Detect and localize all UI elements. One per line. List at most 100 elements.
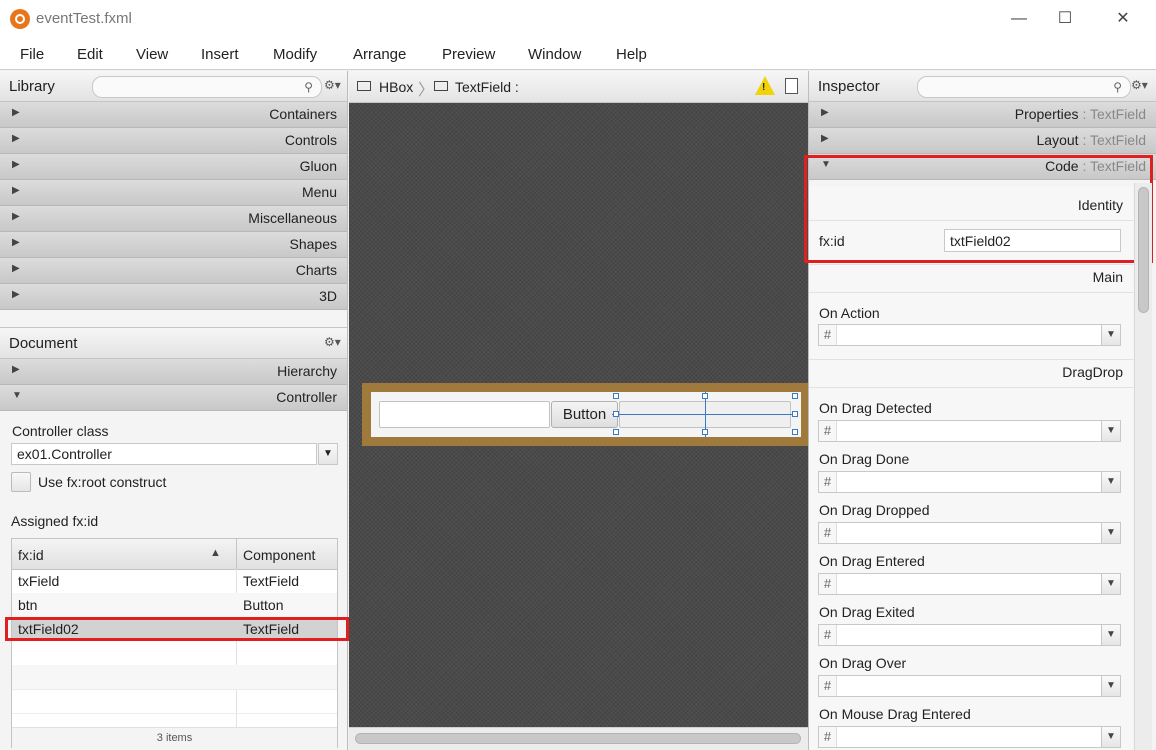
scrollbar-thumb[interactable]: [1138, 187, 1149, 313]
hash-icon: #: [819, 574, 837, 594]
column-header-component[interactable]: Component: [243, 547, 315, 563]
on-drag-entered-field[interactable]: #: [818, 573, 1102, 595]
on-drag-exited-dropdown[interactable]: ▼: [1101, 624, 1121, 646]
inspector-search-input[interactable]: ⚲: [917, 76, 1131, 98]
on-drag-detected-field[interactable]: #: [818, 420, 1102, 442]
search-icon: ⚲: [304, 80, 313, 94]
table-row[interactable]: txField TextField: [12, 569, 337, 594]
hash-icon: #: [819, 421, 837, 441]
resize-handle[interactable]: [792, 411, 798, 417]
gear-icon[interactable]: ⚙▾: [324, 78, 341, 92]
menu-help[interactable]: Help: [616, 46, 647, 63]
menu-view[interactable]: View: [136, 46, 168, 63]
inspector-section-layout[interactable]: ▶ Layout : TextField: [809, 128, 1156, 154]
title-bar: eventTest.fxml — ☐ ✕: [0, 0, 1156, 38]
on-drag-over-dropdown[interactable]: ▼: [1101, 675, 1121, 697]
table-row-selected[interactable]: txtField02 TextField: [12, 617, 337, 641]
fxid-field[interactable]: txtField02: [944, 229, 1121, 252]
root-construct-checkbox[interactable]: [11, 472, 31, 492]
on-drag-dropped-field[interactable]: #: [818, 522, 1102, 544]
library-section-charts[interactable]: ▶ Charts: [0, 258, 347, 284]
chevron-down-icon: ▼: [1106, 329, 1116, 340]
document-section-hierarchy[interactable]: ▶ Hierarchy: [0, 359, 347, 385]
resize-handle[interactable]: [702, 393, 708, 399]
column-header-fxid[interactable]: fx:id: [18, 547, 44, 563]
warning-mark: !: [762, 82, 766, 93]
library-section-3d[interactable]: ▶ 3D: [0, 284, 347, 310]
section-sub: TextField: [1089, 158, 1146, 174]
expand-arrow-icon: ▶: [12, 289, 20, 300]
controller-dropdown-button[interactable]: ▼: [318, 443, 338, 465]
chevron-down-icon: ▼: [1106, 731, 1116, 742]
document-section-controller[interactable]: ▼ Controller: [0, 385, 347, 411]
menu-insert[interactable]: Insert: [201, 46, 239, 63]
chevron-down-icon: ▼: [1106, 680, 1116, 691]
resize-handle[interactable]: [792, 429, 798, 435]
resize-handle[interactable]: [613, 411, 619, 417]
resize-handle[interactable]: [702, 429, 708, 435]
chevron-down-icon: ▼: [1106, 476, 1116, 487]
table-row-empty: [12, 665, 337, 690]
on-drag-over-field[interactable]: #: [818, 675, 1102, 697]
resize-handle[interactable]: [792, 393, 798, 399]
divider: [809, 264, 1133, 265]
table-row-empty: [12, 689, 337, 714]
maximize-button[interactable]: ☐: [1042, 6, 1088, 32]
library-search-input[interactable]: ⚲: [92, 76, 322, 98]
menu-arrange[interactable]: Arrange: [353, 46, 406, 63]
canvas-button[interactable]: Button: [551, 401, 618, 428]
on-drag-detected-dropdown[interactable]: ▼: [1101, 420, 1121, 442]
breadcrumb-textfield[interactable]: TextField :: [455, 79, 519, 95]
gear-icon[interactable]: ⚙▾: [1131, 78, 1148, 92]
library-section-controls[interactable]: ▶ Controls: [0, 128, 347, 154]
table-row[interactable]: btn Button: [12, 593, 337, 618]
inspector-title: Inspector: [818, 78, 880, 95]
main-header: Main: [1092, 269, 1123, 285]
panel-divider[interactable]: [0, 310, 347, 328]
canvas-textfield-1[interactable]: [379, 401, 550, 428]
on-drag-done-dropdown[interactable]: ▼: [1101, 471, 1121, 493]
on-drag-done-field[interactable]: #: [818, 471, 1102, 493]
minimize-button[interactable]: —: [996, 6, 1042, 32]
menu-bar: File Edit View Insert Modify Arrange Pre…: [0, 38, 1156, 70]
on-drag-exited-field[interactable]: #: [818, 624, 1102, 646]
dragdrop-header: DragDrop: [1062, 364, 1123, 380]
inspector-section-code[interactable]: ▼ Code : TextField: [809, 154, 1156, 180]
resize-handle[interactable]: [613, 429, 619, 435]
document-icon[interactable]: [785, 78, 798, 94]
on-action-dropdown[interactable]: ▼: [1101, 324, 1121, 346]
document-title: Document: [9, 335, 78, 352]
on-mouse-drag-entered-dropdown[interactable]: ▼: [1101, 726, 1121, 748]
column-divider[interactable]: [236, 539, 237, 569]
breadcrumb-hbox[interactable]: HBox: [379, 79, 413, 95]
on-action-field[interactable]: #: [818, 324, 1102, 346]
menu-file[interactable]: File: [20, 46, 44, 63]
app-icon: [10, 9, 30, 29]
library-section-menu[interactable]: ▶ Menu: [0, 180, 347, 206]
document-header: Document ⚙▾: [0, 328, 347, 359]
on-drag-entered-dropdown[interactable]: ▼: [1101, 573, 1121, 595]
library-section-gluon[interactable]: ▶ Gluon: [0, 154, 347, 180]
menu-preview[interactable]: Preview: [442, 46, 495, 63]
menu-edit[interactable]: Edit: [77, 46, 103, 63]
table-header: fx:id ▲ Component: [12, 539, 337, 570]
section-label: Layout: [1036, 132, 1079, 148]
menu-window[interactable]: Window: [528, 46, 581, 63]
menu-modify[interactable]: Modify: [273, 46, 317, 63]
section-label: Menu: [301, 184, 337, 200]
controller-class-field[interactable]: ex01.Controller: [11, 443, 317, 465]
resize-handle[interactable]: [613, 393, 619, 399]
on-drag-dropped-dropdown[interactable]: ▼: [1101, 522, 1121, 544]
inspector-section-properties[interactable]: ▶ Properties : TextField: [809, 102, 1156, 128]
library-section-miscellaneous[interactable]: ▶ Miscellaneous: [0, 206, 347, 232]
gear-icon[interactable]: ⚙▾: [324, 335, 341, 349]
library-section-containers[interactable]: ▶ Containers: [0, 102, 347, 128]
hash-icon: #: [819, 676, 837, 696]
scrollbar-thumb[interactable]: [355, 733, 801, 744]
library-section-shapes[interactable]: ▶ Shapes: [0, 232, 347, 258]
section-sub: TextField: [1089, 132, 1146, 148]
on-mouse-drag-entered-field[interactable]: #: [818, 726, 1102, 748]
close-button[interactable]: ✕: [1100, 6, 1146, 32]
section-label: Controller: [276, 389, 337, 405]
textfield-icon: [434, 81, 448, 91]
